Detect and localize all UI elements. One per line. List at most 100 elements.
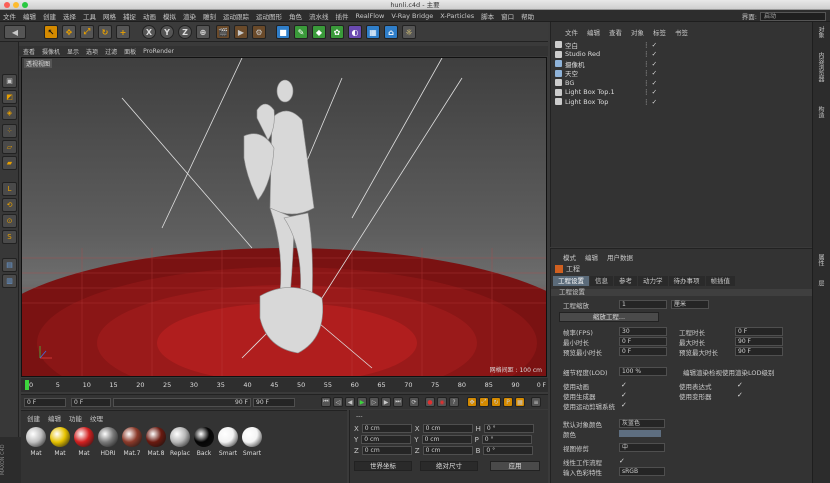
key-scale-icon[interactable]: ⤢ (479, 397, 489, 407)
workplane-icon[interactable]: S (2, 230, 17, 244)
texture-mode-icon[interactable]: ◈ (2, 106, 17, 120)
coord-field[interactable]: 0 cm (361, 435, 412, 444)
checkbox[interactable]: ✓ (737, 382, 744, 389)
viewport-menu-item[interactable]: 查看 (23, 47, 35, 56)
planar-workplane-icon[interactable]: ▥ (2, 274, 17, 288)
coord-field[interactable]: 0 cm (422, 446, 473, 455)
make-editable-icon[interactable]: ▣ (2, 74, 17, 88)
viewport-menu-item[interactable]: 过滤 (105, 47, 117, 56)
menu-item[interactable]: V-Ray Bridge (391, 12, 433, 20)
axis-mode-icon[interactable]: L (2, 182, 17, 196)
input-color-dropdown[interactable]: sRGB (619, 467, 665, 476)
interface-selector[interactable]: 界面: 启动 (742, 11, 826, 21)
key-param-icon[interactable]: P (503, 397, 513, 407)
menu-item[interactable]: 创建 (43, 11, 56, 21)
rotate-tool-icon[interactable]: ↻ (98, 25, 112, 39)
visibility-icon[interactable]: ⋮ ✓ (643, 88, 657, 96)
material-swatch[interactable]: Mat (73, 427, 95, 457)
object-row[interactable]: Studio Red ⋮ ✓ (555, 50, 811, 59)
scale-project-button[interactable]: 缩放工程... (559, 312, 659, 322)
material-menu-item[interactable]: 编辑 (48, 413, 61, 423)
attr-tab[interactable]: 参考 (614, 276, 637, 286)
checkbox[interactable]: ✓ (737, 392, 744, 399)
attr-tab[interactable]: 待办事项 (668, 276, 705, 286)
object-menu-item[interactable]: 编辑 (587, 27, 600, 37)
coord-field[interactable]: 0 cm (421, 435, 472, 444)
view-clip-dropdown[interactable]: 中 (619, 443, 665, 452)
object-menu-item[interactable]: 对象 (631, 27, 644, 37)
material-swatch[interactable]: HDRI (97, 427, 119, 457)
recent-tool-icon[interactable]: + (116, 25, 130, 39)
record-icon[interactable]: ● (425, 397, 435, 407)
end-frame-field[interactable]: 90 F (253, 398, 295, 407)
attr-field-value[interactable]: 90 F (735, 337, 783, 346)
linear-workflow-check[interactable]: ✓ (619, 458, 626, 465)
attr-tab[interactable]: 帧插值 (705, 276, 735, 286)
attribute-menu-item[interactable]: 模式 (563, 252, 576, 262)
visibility-icon[interactable]: ⋮ ✓ (643, 98, 657, 106)
tweak-mode-icon[interactable]: ⟲ (2, 198, 17, 212)
scale-tool-icon[interactable]: ⤢ (80, 25, 94, 39)
coord-scale-dropdown[interactable]: 绝对尺寸 (420, 461, 478, 471)
material-swatch[interactable]: Smart (217, 427, 239, 457)
next-key-icon[interactable]: ▶ (381, 397, 391, 407)
attr-tab[interactable]: 动力学 (638, 276, 668, 286)
prev-frame-icon[interactable]: ◀ (345, 397, 355, 407)
menu-item[interactable]: 工具 (83, 11, 96, 21)
pen-icon[interactable]: ✎ (294, 25, 308, 39)
checkbox[interactable]: ✓ (621, 392, 628, 399)
object-menu-item[interactable]: 查看 (609, 27, 622, 37)
coord-field[interactable]: 0 cm (361, 424, 412, 433)
key-position-icon[interactable]: ✥ (467, 397, 477, 407)
material-menu-item[interactable]: 纹理 (90, 413, 103, 423)
material-swatch[interactable]: Mat (25, 427, 47, 457)
minimize-window-button[interactable] (13, 2, 19, 8)
floor-icon[interactable]: ▦ (366, 25, 380, 39)
render-view-icon[interactable]: 🎬 (216, 25, 230, 39)
zoom-window-button[interactable] (22, 2, 28, 8)
checkbox[interactable]: ✓ (621, 402, 628, 409)
material-swatch[interactable]: Smart (241, 427, 263, 457)
key-selection-icon[interactable]: ? (449, 397, 459, 407)
key-pla-icon[interactable]: ▦ (515, 397, 525, 407)
attr-tab[interactable]: 工程设置 (553, 276, 589, 286)
menu-item[interactable]: 插件 (336, 11, 349, 21)
object-row[interactable]: 天空 ⋮ ✓ (555, 69, 811, 78)
next-frame-icon[interactable]: ▷ (369, 397, 379, 407)
render-settings-icon[interactable]: ⚙ (252, 25, 266, 39)
material-swatch[interactable]: Back (193, 427, 215, 457)
attribute-menu-item[interactable]: 用户数据 (607, 252, 633, 262)
play-icon[interactable]: ▶ (357, 397, 367, 407)
y-axis-icon[interactable]: Y (160, 25, 174, 39)
visibility-icon[interactable]: ⋮ ✓ (643, 69, 657, 77)
light-icon[interactable]: ☼ (402, 25, 416, 39)
array-icon[interactable]: ✿ (330, 25, 344, 39)
attr-field-value[interactable]: 0 F (619, 337, 667, 346)
apply-button[interactable]: 应用 (490, 461, 540, 471)
checkbox-row[interactable]: 使用动画 ✓ (563, 381, 628, 391)
attr-tab[interactable]: 信息 (590, 276, 613, 286)
subdivision-icon[interactable]: ◆ (312, 25, 326, 39)
attr-field-value[interactable]: 90 F (735, 347, 783, 356)
close-window-button[interactable] (4, 2, 10, 8)
object-row[interactable]: Light Box Top ⋮ ✓ (555, 97, 811, 106)
prev-key-icon[interactable]: ◁ (333, 397, 343, 407)
attr-field-value[interactable]: 0 F (735, 327, 783, 336)
camera-icon[interactable]: ⌂ (384, 25, 398, 39)
side-tab-objects[interactable]: 对象 (816, 26, 825, 38)
checkbox-row[interactable]: 使用变形器 ✓ (679, 391, 744, 401)
side-tab-content[interactable]: 内容浏览器 (816, 52, 825, 82)
material-swatch[interactable]: Mat.7 (121, 427, 143, 457)
coord-field[interactable]: 0 cm (361, 446, 412, 455)
undo-icon[interactable]: ◀ (4, 25, 26, 39)
menu-item[interactable]: 网格 (103, 11, 116, 21)
menu-item[interactable]: RealFlow (356, 12, 385, 20)
object-row[interactable]: 空白 ⋮ ✓ (555, 40, 811, 50)
color-swatch[interactable] (619, 430, 661, 437)
menu-item[interactable]: 运动图形 (256, 11, 282, 21)
menu-item[interactable]: 窗口 (501, 11, 514, 21)
material-menu-item[interactable]: 创建 (27, 413, 40, 423)
visibility-icon[interactable]: ⋮ ✓ (643, 79, 657, 87)
attr-field-value[interactable]: 30 (619, 327, 667, 336)
viewport-menu-item[interactable]: 显示 (67, 47, 79, 56)
